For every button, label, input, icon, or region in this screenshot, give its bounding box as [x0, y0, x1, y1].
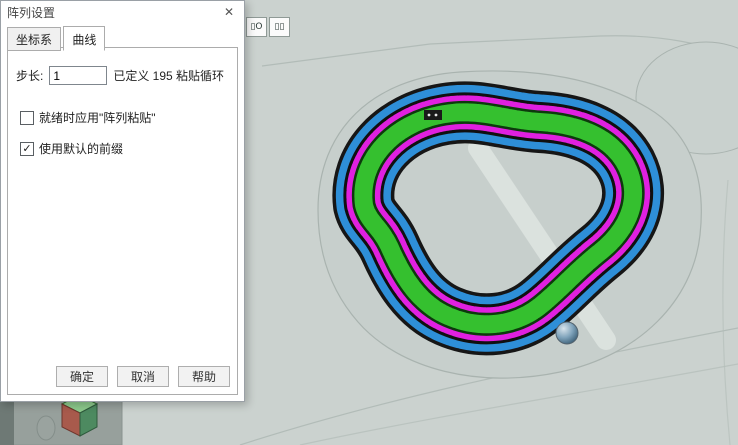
- default-prefix-row: ✓ 使用默认的前缀: [8, 140, 237, 157]
- cylinder-feature: [37, 416, 55, 440]
- defined-loops-text: 已定义 195 粘贴循环: [113, 67, 224, 84]
- dialog-buttons: 确定 取消 帮助: [56, 366, 230, 387]
- apply-paste-row: 就绪时应用"阵列粘贴": [8, 109, 237, 126]
- tab-curve[interactable]: 曲线: [63, 26, 105, 51]
- sphere-handle[interactable]: [556, 322, 578, 344]
- close-icon[interactable]: ✕: [220, 5, 238, 19]
- step-input[interactable]: [49, 66, 107, 85]
- checkbox-default-prefix-label: 使用默认的前缀: [39, 140, 123, 157]
- checkbox-apply-array-paste[interactable]: [20, 111, 34, 125]
- dialog-tabs: 坐标系 曲线: [1, 23, 244, 51]
- step-row: 步长: 已定义 195 粘贴循环: [8, 48, 237, 85]
- curve-tab-panel: 步长: 已定义 195 粘贴循环 就绪时应用"阵列粘贴" ✓ 使用默认的前缀 确…: [7, 47, 238, 395]
- model-fragment-dark: [0, 402, 14, 445]
- ok-button[interactable]: 确定: [56, 366, 108, 387]
- step-label: 步长:: [16, 67, 43, 84]
- loop-marker: [424, 110, 442, 120]
- checkbox-apply-array-paste-label: 就绪时应用"阵列粘贴": [39, 109, 156, 126]
- viewport-toolbar: ▯O ▯▯: [246, 17, 290, 37]
- array-settings-dialog: 阵列设置 ✕ 坐标系 曲线 步长: 已定义 195 粘贴循环 就绪时应用"阵列粘…: [0, 0, 245, 402]
- checkbox-default-prefix[interactable]: ✓: [20, 142, 34, 156]
- help-button[interactable]: 帮助: [178, 366, 230, 387]
- cancel-button[interactable]: 取消: [117, 366, 169, 387]
- dialog-title: 阵列设置: [7, 4, 220, 21]
- dialog-titlebar[interactable]: 阵列设置 ✕: [1, 1, 244, 23]
- display-mode-icon[interactable]: ▯O: [246, 17, 267, 37]
- tab-coordinate-system[interactable]: 坐标系: [7, 27, 61, 51]
- render-mode-icon[interactable]: ▯▯: [269, 17, 290, 37]
- app-window: ▯O ▯▯ 阵列设置 ✕ 坐标系 曲线 步长: 已定义 195 粘贴循环 就绪时…: [0, 0, 738, 445]
